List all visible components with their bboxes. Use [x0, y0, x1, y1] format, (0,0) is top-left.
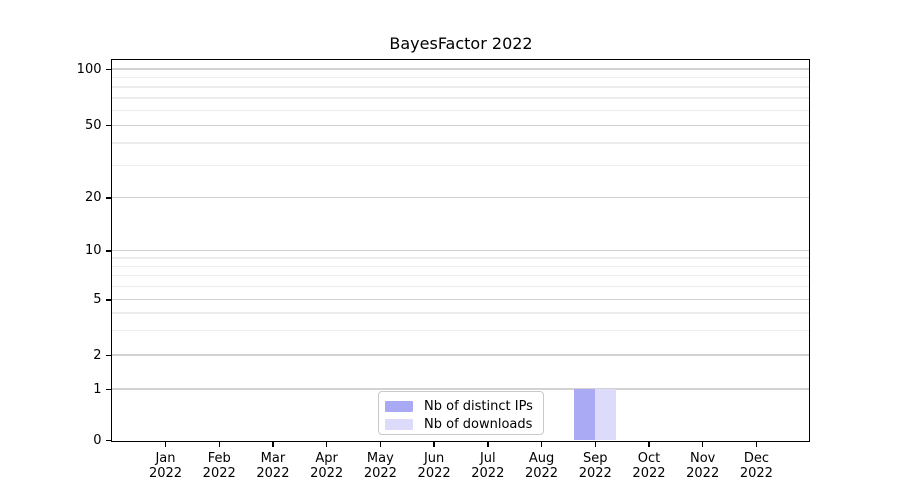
bar-distinct-ips	[574, 389, 595, 440]
x-tick-label-month: Dec	[724, 451, 788, 466]
y-minor-gridline	[112, 312, 809, 313]
legend-swatch-downloads	[385, 419, 413, 430]
y-tick-label: 10	[38, 243, 102, 259]
legend-entry: Nb of distinct IPs	[379, 398, 543, 415]
x-tick-mark	[380, 442, 381, 447]
y-tick-label: 50	[38, 118, 102, 134]
y-tick-label: 20	[38, 190, 102, 206]
x-tick-mark	[219, 442, 220, 447]
y-gridline	[112, 299, 809, 300]
legend-entry-label: Nb of distinct IPs	[424, 399, 533, 415]
y-minor-gridline	[112, 286, 809, 287]
x-tick-label: Dec2022	[724, 451, 788, 481]
legend-swatch-distinct-ips	[385, 401, 413, 412]
x-tick-mark	[541, 442, 542, 447]
y-tick-mark	[106, 250, 111, 251]
y-minor-gridline	[112, 266, 809, 267]
y-tick-label: 2	[38, 348, 102, 364]
y-tick-label: 100	[38, 62, 102, 78]
chart-canvas: BayesFactor 2022 0125102050100 Jan2022Fe…	[0, 0, 900, 500]
x-tick-mark	[165, 442, 166, 447]
y-minor-gridline	[112, 165, 809, 166]
y-minor-gridline	[112, 110, 809, 111]
plot-area	[111, 59, 810, 442]
y-tick-mark	[106, 197, 111, 198]
y-gridline	[112, 68, 809, 69]
y-gridline	[112, 388, 809, 389]
y-tick-mark	[106, 355, 111, 356]
x-tick-mark	[595, 442, 596, 447]
x-tick-mark	[487, 442, 488, 447]
y-tick-mark	[106, 440, 111, 441]
legend-entry: Nb of downloads	[379, 416, 543, 433]
y-minor-gridline	[112, 77, 809, 78]
y-minor-gridline	[112, 86, 809, 87]
y-gridline	[112, 125, 809, 126]
y-tick-mark	[106, 69, 111, 70]
chart-title: BayesFactor 2022	[112, 34, 810, 54]
legend: Nb of distinct IPs Nb of downloads	[378, 391, 544, 435]
x-tick-mark	[272, 442, 273, 447]
y-tick-label: 1	[38, 382, 102, 398]
y-tick-label: 5	[38, 292, 102, 308]
y-tick-label: 0	[38, 433, 102, 449]
y-tick-mark	[106, 389, 111, 390]
y-tick-mark	[106, 125, 111, 126]
x-tick-mark	[756, 442, 757, 447]
y-minor-gridline	[112, 142, 809, 143]
x-tick-mark	[702, 442, 703, 447]
x-tick-label-year: 2022	[724, 466, 788, 481]
x-tick-mark	[433, 442, 434, 447]
y-minor-gridline	[112, 257, 809, 258]
y-minor-gridline	[112, 330, 809, 331]
legend-entry-label: Nb of downloads	[424, 417, 532, 433]
x-tick-mark	[326, 442, 327, 447]
x-tick-mark	[648, 442, 649, 447]
y-tick-mark	[106, 299, 111, 300]
y-minor-gridline	[112, 97, 809, 98]
bar-downloads	[595, 389, 616, 440]
y-gridline	[112, 250, 809, 251]
y-gridline	[112, 197, 809, 198]
y-gridline	[112, 354, 809, 355]
y-minor-gridline	[112, 275, 809, 276]
